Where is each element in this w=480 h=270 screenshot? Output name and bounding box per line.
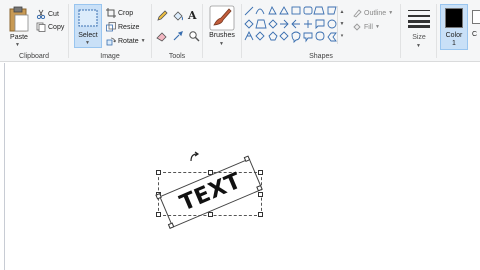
rotate-icon (106, 36, 116, 46)
outline-label: Outline (364, 9, 387, 17)
select-label: Select (78, 32, 98, 39)
divider (400, 4, 401, 58)
expand-gallery-icon[interactable]: ▾ (338, 30, 346, 42)
select-rectangle-icon (78, 9, 98, 27)
copy-icon (36, 22, 46, 32)
fill-label: Fill (364, 23, 373, 31)
outline-button[interactable]: Outline ▼ (352, 8, 393, 18)
image-group-label: Image (100, 53, 120, 60)
chevron-down-icon: ▼ (85, 40, 90, 46)
color-picker-icon[interactable] (172, 30, 184, 42)
chevron-down-icon[interactable]: ▼ (338, 18, 346, 30)
brushes-label: Brushes (209, 32, 235, 39)
chevron-down-icon: ▼ (374, 24, 380, 30)
pencil-icon[interactable] (156, 10, 168, 22)
cut-button[interactable]: Cut (36, 9, 59, 19)
chevron-down-icon: ▼ (15, 42, 20, 48)
magnifier-icon[interactable] (188, 30, 200, 42)
size-button[interactable]: Size ▼ (404, 4, 434, 49)
resize-handle[interactable] (156, 170, 161, 175)
cut-label: Cut (48, 10, 59, 18)
color-2-swatch (472, 10, 480, 24)
copy-button[interactable]: Copy (36, 22, 64, 32)
resize-handle[interactable] (258, 170, 263, 175)
copy-label: Copy (48, 23, 65, 31)
canvas-edge (4, 63, 5, 270)
fill-bucket-icon[interactable] (172, 10, 184, 22)
fill-button[interactable]: Fill ▼ (352, 22, 380, 32)
crop-icon (106, 8, 116, 18)
text-tool-icon[interactable]: A (188, 9, 197, 22)
shapes-gallery-icons (244, 6, 337, 44)
color-1-button[interactable]: Color 1 (440, 4, 468, 50)
color-1-label: Color 1 (445, 32, 463, 47)
select-button[interactable]: Select ▼ (74, 4, 102, 48)
resize-button[interactable]: Resize (106, 22, 139, 32)
clipboard-group-label: Clipboard (19, 53, 49, 60)
resize-handle[interactable] (208, 212, 213, 217)
size-label: Size (412, 34, 426, 41)
shapes-gallery-scrollbar[interactable]: ▲ ▼ ▾ (337, 6, 346, 44)
chevron-up-icon[interactable]: ▲ (338, 6, 346, 18)
resize-handle[interactable] (258, 192, 263, 197)
chevron-down-icon: ▼ (140, 38, 146, 44)
color-1-swatch (445, 8, 463, 28)
brushes-button[interactable]: Brushes ▼ (203, 0, 241, 62)
chevron-down-icon: ▼ (416, 43, 421, 49)
divider (436, 4, 437, 58)
color-2-button[interactable]: C (470, 4, 480, 50)
crop-button[interactable]: Crop (106, 8, 133, 18)
clipboard-group: Paste ▼ Cut Copy Clipboard (0, 0, 68, 62)
resize-icon (106, 22, 116, 32)
resize-handle[interactable] (258, 212, 263, 217)
rotate-handle-icon[interactable] (188, 151, 202, 163)
shapes-gallery[interactable] (244, 6, 344, 46)
shapes-group-label: Shapes (309, 53, 333, 60)
paste-button[interactable]: Paste ▼ (6, 2, 32, 48)
brush-icon (209, 5, 235, 31)
tools-group-label: Tools (168, 53, 186, 60)
rotate-label: Rotate (118, 37, 139, 45)
resize-label: Resize (118, 23, 140, 31)
crop-label: Crop (118, 9, 134, 17)
eraser-icon[interactable] (156, 30, 168, 42)
paste-label: Paste (10, 34, 28, 41)
fill-icon (352, 22, 362, 32)
resize-handle[interactable] (156, 212, 161, 217)
chevron-down-icon: ▼ (219, 41, 224, 47)
ribbon: Paste ▼ Cut Copy Clipboard Image Select … (0, 0, 480, 62)
rotate-button[interactable]: Rotate ▼ (106, 36, 146, 46)
clipboard-icon (9, 6, 29, 32)
chevron-down-icon: ▼ (388, 10, 394, 16)
scissors-icon (36, 9, 46, 19)
line-size-icon (408, 10, 430, 28)
color-2-label: C (472, 31, 478, 38)
outline-icon (352, 8, 362, 18)
